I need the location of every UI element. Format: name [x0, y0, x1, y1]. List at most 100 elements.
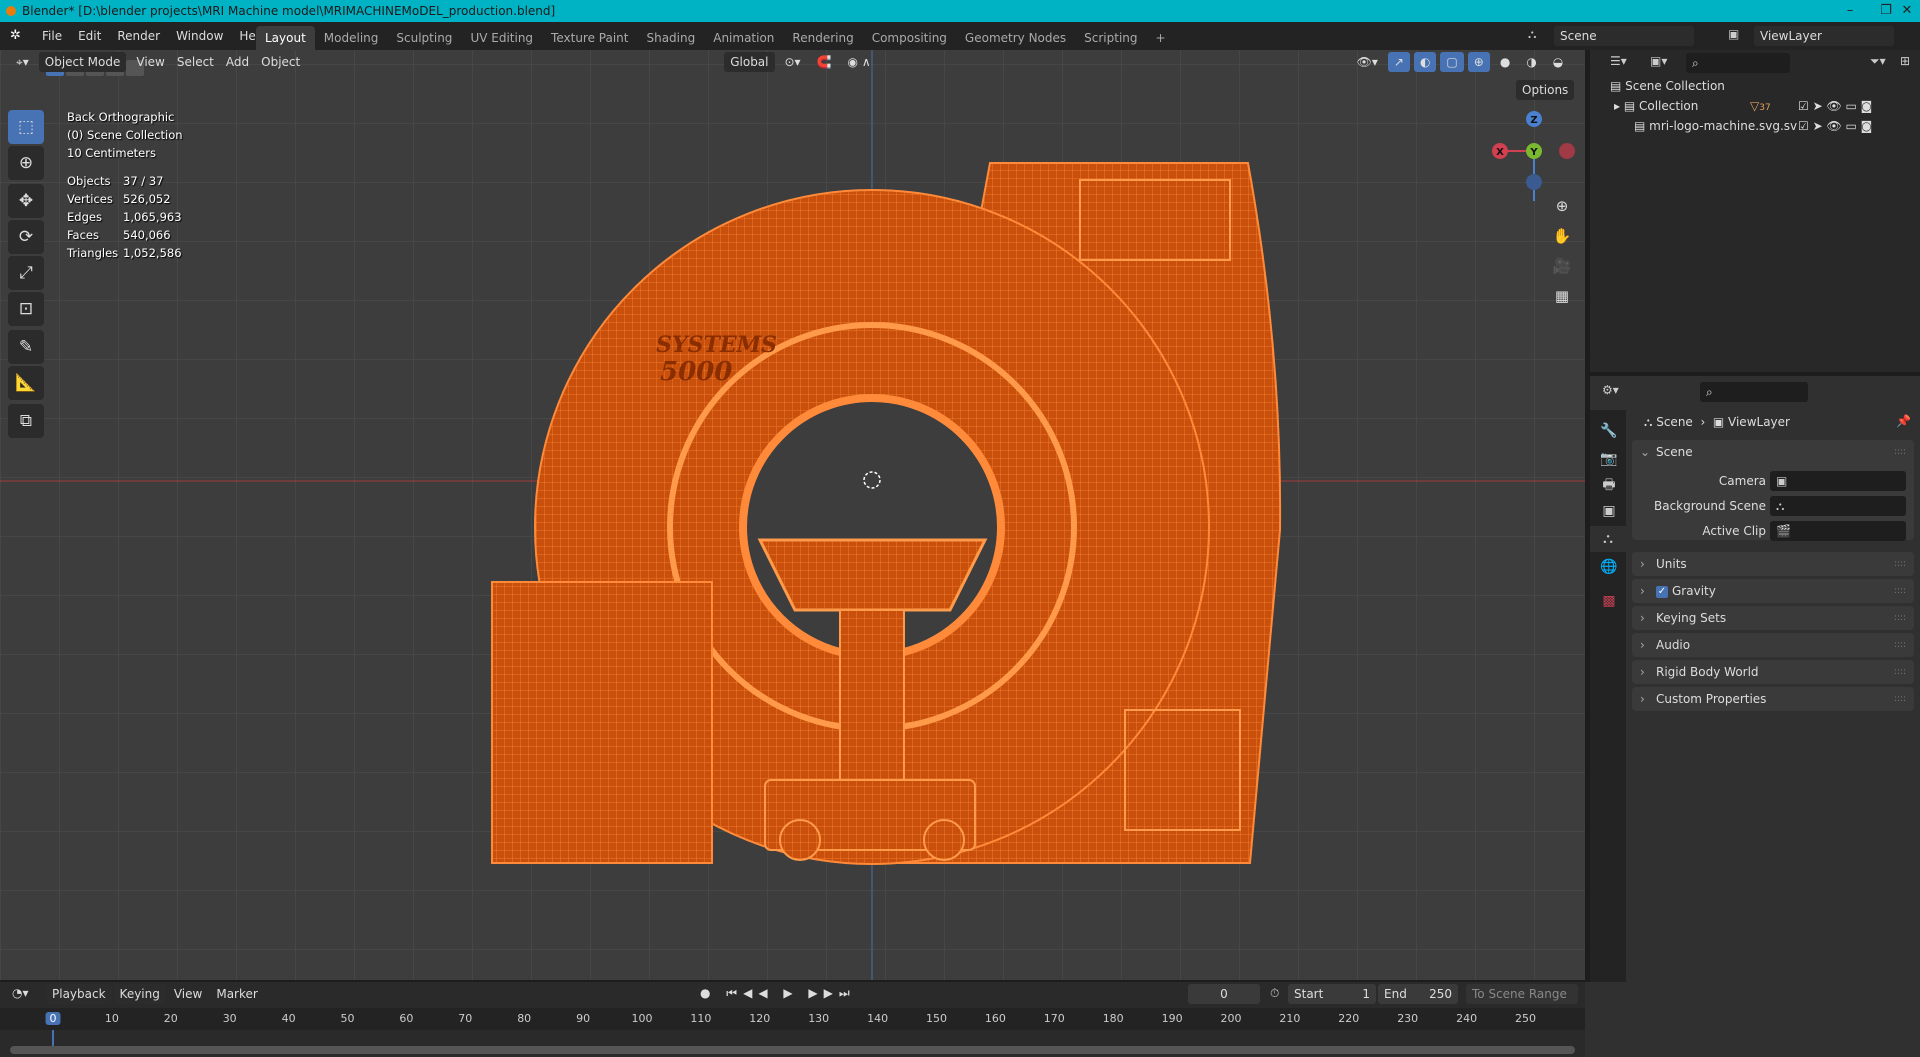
visibility-toggles[interactable]: ☑ ➤ 👁 ▭ ◙ — [1798, 116, 1873, 136]
workspace-tab-compositing[interactable]: Compositing — [863, 26, 956, 50]
workspace-tab-layout[interactable]: Layout — [256, 26, 315, 50]
drag-handle-icon[interactable]: :::: — [1894, 633, 1906, 657]
timeline-scrollbar[interactable] — [10, 1046, 1575, 1054]
scene-field[interactable]: Scene — [1554, 26, 1694, 46]
current-frame-field[interactable]: 0 — [1188, 984, 1260, 1004]
camera-field[interactable]: ▣ — [1770, 471, 1906, 491]
panel-audio[interactable]: › Audio:::: — [1632, 633, 1914, 657]
panel-gravity[interactable]: › ✓ Gravity:::: — [1632, 579, 1914, 603]
scene-selector-icon[interactable]: ⛬ — [1528, 27, 1536, 42]
snap-icon[interactable]: 🧲 — [811, 52, 838, 72]
select-box-tool-icon[interactable]: ⬚ — [8, 110, 44, 144]
options-button[interactable]: Options — [1516, 80, 1575, 100]
proportional-edit-icon[interactable]: ◉ ∧ — [842, 52, 877, 72]
display-mode-icon[interactable]: ☰▾ — [1610, 54, 1627, 68]
scene-panel-title[interactable]: Scene — [1656, 445, 1693, 459]
timeline-menu-keying[interactable]: Keying — [113, 984, 166, 1004]
navigation-gizmo[interactable]: Z X Y — [1480, 102, 1585, 202]
scene-tab-icon[interactable]: ⛬ — [1590, 526, 1626, 552]
workspace-tab-shading[interactable]: Shading — [637, 26, 704, 50]
panel-units[interactable]: › Units:::: — [1632, 552, 1914, 576]
timeline-menu-marker[interactable]: Marker — [210, 984, 263, 1004]
drag-handle-icon[interactable]: :::: — [1894, 552, 1906, 576]
transform-tool-icon[interactable]: ⊡ — [8, 292, 44, 326]
blender-menu-icon[interactable]: ✲ — [10, 28, 21, 43]
solid-shading-icon[interactable]: ● — [1494, 52, 1516, 72]
view-layer-filter-icon[interactable]: ▣▾ — [1650, 54, 1667, 68]
stopwatch-icon[interactable]: ⏱ — [1270, 986, 1279, 1001]
panel-keying-sets[interactable]: › Keying Sets:::: — [1632, 606, 1914, 630]
timeline-menu-playback[interactable]: Playback — [46, 984, 112, 1004]
new-collection-icon[interactable]: ⊞ — [1900, 54, 1910, 68]
drag-handle-icon[interactable]: :::: — [1894, 606, 1906, 630]
view-layer-icon[interactable]: ▣ — [1728, 27, 1739, 41]
viewport-menu-select[interactable]: Select — [171, 52, 220, 72]
outliner-row-object[interactable]: ▤ mri-logo-machine.svg.sv ☑ ➤ 👁 ▭ ◙ — [1634, 116, 1914, 136]
pin-icon[interactable]: 📌 — [1896, 414, 1911, 428]
drag-handle-icon[interactable]: :::: — [1894, 687, 1906, 711]
overlay-toggle-icon[interactable]: ◐ — [1413, 52, 1437, 72]
visibility-icon[interactable]: 👁▾ — [1351, 52, 1384, 72]
transform-orientation-dropdown[interactable]: Global — [724, 52, 775, 72]
outliner-scene-collection[interactable]: ▤ Scene Collection — [1610, 76, 1725, 96]
zoom-icon[interactable]: ⊕ — [1550, 194, 1574, 218]
drag-handle-icon[interactable]: :::: — [1894, 579, 1906, 603]
menu-window[interactable]: Window — [168, 29, 231, 43]
pivot-icon[interactable]: ⊙▾ — [779, 52, 807, 72]
annotate-tool-icon[interactable]: ✎ — [8, 330, 44, 364]
orthographic-toggle-icon[interactable]: ▦ — [1550, 284, 1574, 308]
add-cube-tool-icon[interactable]: ⧉ — [8, 404, 44, 438]
output-tab-icon[interactable]: 🖶 — [1596, 472, 1622, 498]
texture-tab-icon[interactable]: ▩ — [1596, 588, 1622, 614]
workspace-tab-scripting[interactable]: Scripting — [1075, 26, 1146, 50]
active-clip-field[interactable]: 🎬 — [1770, 521, 1906, 541]
workspace-tab-texture-paint[interactable]: Texture Paint — [542, 26, 637, 50]
scale-tool-icon[interactable]: ⤢ — [8, 256, 44, 290]
workspace-tab-rendering[interactable]: Rendering — [783, 26, 862, 50]
properties-search-input[interactable]: ⌕ — [1700, 382, 1808, 402]
outliner-row-collection[interactable]: ▸ ▤ Collection ▽37 ☑ ➤ 👁 ▭ ◙ — [1614, 96, 1914, 116]
tool-tab-icon[interactable]: 🔧 — [1596, 418, 1622, 444]
gravity-checkbox[interactable]: ✓ — [1656, 585, 1668, 598]
close-window-button[interactable]: ✕ — [1894, 0, 1920, 22]
menu-edit[interactable]: Edit — [70, 29, 109, 43]
pan-hand-icon[interactable]: ✋ — [1550, 224, 1574, 248]
editor-type-icon[interactable]: ⌖▾ — [10, 52, 35, 72]
background-scene-field[interactable]: ⛬ — [1770, 496, 1906, 516]
cursor-tool-icon[interactable]: ⊕ — [8, 146, 44, 180]
workspace-tab-sculpting[interactable]: Sculpting — [387, 26, 461, 50]
render-tab-icon[interactable]: 📷 — [1596, 446, 1622, 472]
drag-handle-icon[interactable]: :::: — [1894, 660, 1906, 684]
move-tool-icon[interactable]: ✥ — [8, 184, 44, 218]
wireframe-shading-icon[interactable]: ⊕ — [1467, 52, 1490, 72]
start-frame-field[interactable]: Start 1 — [1288, 984, 1376, 1004]
view-layer-field[interactable]: ViewLayer — [1754, 26, 1894, 46]
scene-range-button[interactable]: To Scene Range — [1466, 984, 1578, 1004]
viewport-menu-add[interactable]: Add — [220, 52, 255, 72]
gizmo-toggle-icon[interactable]: ↗ — [1387, 52, 1410, 72]
viewport-menu-view[interactable]: View — [130, 52, 170, 72]
timeline-menu-view[interactable]: View — [168, 984, 208, 1004]
workspace-tab-modeling[interactable]: Modeling — [315, 26, 388, 50]
3d-viewport[interactable]: SYSTEMS 5000 Back Orthographic (0) Scene… — [0, 50, 1585, 980]
workspace-tab-geometry-nodes[interactable]: Geometry Nodes — [956, 26, 1075, 50]
viewport-menu-object[interactable]: Object — [255, 52, 306, 72]
end-frame-field[interactable]: End 250 — [1378, 984, 1458, 1004]
panel-rigid-body-world[interactable]: › Rigid Body World:::: — [1632, 660, 1914, 684]
measure-tool-icon[interactable]: 📐 — [8, 366, 44, 400]
workspace-tab-animation[interactable]: Animation — [704, 26, 783, 50]
workspace-tab--[interactable]: + — [1147, 26, 1175, 50]
menu-file[interactable]: File — [34, 29, 70, 43]
menu-render[interactable]: Render — [109, 29, 168, 43]
minimize-button[interactable]: – — [1830, 0, 1870, 22]
rotate-tool-icon[interactable]: ⟳ — [8, 220, 44, 254]
workspace-tab-uv-editing[interactable]: UV Editing — [461, 26, 542, 50]
visibility-toggles[interactable]: ☑ ➤ 👁 ▭ ◙ — [1798, 96, 1872, 116]
camera-view-icon[interactable]: 🎥 — [1550, 254, 1574, 278]
timeline-editor-icon[interactable]: ◔▾ — [12, 986, 29, 1000]
playback-controls[interactable]: ● ⏮◀◀ ▶ ▶▶⏭ — [700, 986, 856, 1001]
rendered-shading-icon[interactable]: ◒ — [1547, 52, 1569, 72]
frame-ruler[interactable]: 0 10 20 30 40 50 60 70 80 90 100 110 120 130 140 150 160… — [0, 1008, 1585, 1030]
material-shading-icon[interactable]: ◑ — [1520, 52, 1542, 72]
chevron-down-icon[interactable]: ⌄ — [1640, 440, 1650, 464]
